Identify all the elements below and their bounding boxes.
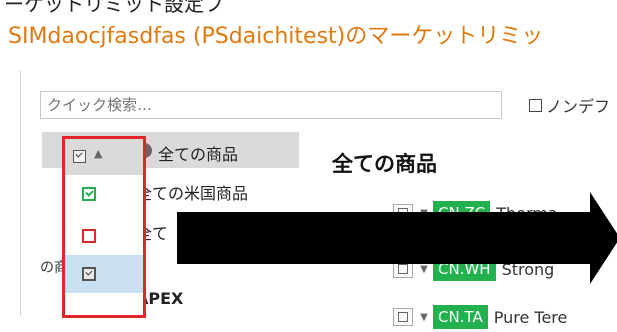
checked-box-icon	[82, 187, 96, 201]
caret-up-icon[interactable]: ▲	[94, 147, 102, 160]
unchecked-box-icon	[82, 229, 96, 243]
window-title: ーケットリミット設定フ	[4, 0, 224, 16]
nondefault-label: ノンデフ	[546, 97, 611, 116]
tree-item-all-products[interactable]: 全ての商品	[158, 141, 238, 165]
dialog-title: SIMdaocjfasdfas (PSdaichitest)のマーケットリミッ	[8, 24, 544, 49]
nondefault-checkbox[interactable]: ノンデフ	[529, 94, 610, 116]
checkbox-icon[interactable]	[529, 98, 542, 112]
caret-down-icon[interactable]: ▼	[415, 264, 433, 275]
arrow-head-icon	[590, 192, 617, 284]
default-box-icon	[82, 267, 96, 281]
dropdown-option-checked[interactable]	[65, 175, 143, 213]
checkbox-icon[interactable]	[393, 308, 413, 326]
dropdown-option-default[interactable]	[65, 255, 143, 293]
checkbox-icon[interactable]	[73, 150, 86, 163]
section-title: 全ての商品	[332, 152, 437, 176]
dialog-border	[20, 70, 21, 316]
search-input[interactable]	[41, 92, 501, 118]
product-code: CN.TA	[433, 305, 488, 329]
quick-search[interactable]	[40, 91, 502, 119]
arrow-annotation	[177, 212, 590, 264]
caret-down-icon[interactable]: ▼	[415, 312, 433, 323]
product-row[interactable]: ▼ CN.TA Pure Tere	[393, 302, 567, 332]
tree-item-all-us[interactable]: 全ての米国商品	[136, 180, 248, 204]
product-name: Pure Tere	[493, 307, 568, 327]
dropdown-option-unchecked[interactable]	[65, 217, 143, 255]
